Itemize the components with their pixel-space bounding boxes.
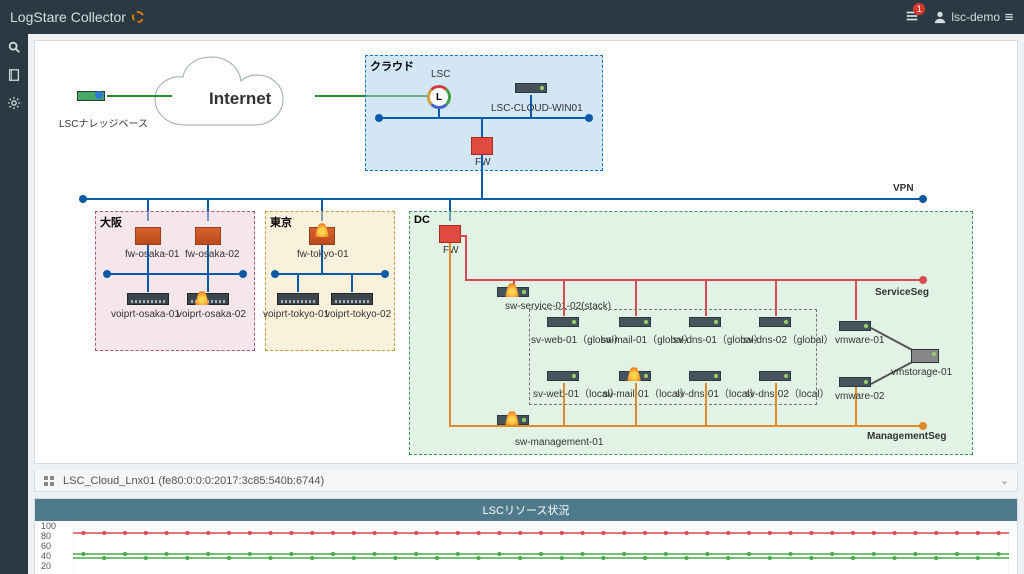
voiprt-osaka-01[interactable]: [127, 293, 169, 305]
lsc-label: LSC: [431, 69, 450, 80]
sw-management-label: sw-management-01: [515, 437, 603, 448]
search-icon[interactable]: [7, 40, 21, 54]
chart-body[interactable]: 100 80 60 40 20: [35, 521, 1017, 574]
service-seg-label: ServiceSeg: [875, 287, 929, 298]
loading-spinner-icon: [132, 11, 144, 23]
zone-dc-title: DC: [414, 214, 430, 226]
voiprt-osaka-02-label: voiprt-osaka-02: [177, 309, 246, 320]
voiprt-tokyo-02[interactable]: [331, 293, 373, 305]
zone-cloud-title: クラウド: [370, 58, 414, 74]
sv-web-01-global[interactable]: [547, 317, 579, 327]
selected-node-label: LSC_Cloud_Lnx01 (fe80:0:0:0:2017:3c85:54…: [63, 475, 324, 487]
app-title: LogStare Collector: [10, 9, 126, 25]
chart-title: LSCリソース状況: [35, 499, 1017, 521]
vpn-label: VPN: [893, 183, 914, 194]
resource-chart-card: LSCリソース状況 100 80 60 40 20: [34, 498, 1018, 574]
voiprt-osaka-01-label: voiprt-osaka-01: [111, 309, 180, 320]
user-icon: [933, 10, 947, 24]
node-detail-bar[interactable]: LSC_Cloud_Lnx01 (fe80:0:0:0:2017:3c85:54…: [34, 470, 1018, 492]
vmware-01[interactable]: [839, 321, 871, 331]
fw-osaka-01-label: fw-osaka-01: [125, 249, 179, 260]
zone-osaka: 大阪: [95, 211, 255, 351]
fw-osaka-02[interactable]: [195, 227, 221, 245]
fw-cloud[interactable]: [471, 137, 493, 155]
cloud-win-label: LSC-CLOUD-WIN01: [491, 103, 583, 114]
voiprt-tokyo-01-label: voiprt-tokyo-01: [263, 309, 329, 320]
internet-label: Internet: [209, 89, 271, 109]
vmware-01-label: vmware-01: [835, 335, 884, 346]
vmstorage-01-label: vmstorage-01: [891, 367, 952, 378]
sv-dns-01-local[interactable]: [689, 371, 721, 381]
network-map-card[interactable]: Internet LSCナレッジベース クラウド L LSC LSC-CLOUD…: [34, 40, 1018, 464]
sv-dns-02-global[interactable]: [759, 317, 791, 327]
sv-mail-01-global[interactable]: [619, 317, 651, 327]
user-menu[interactable]: lsc-demo: [933, 10, 1014, 24]
voiprt-tokyo-02-label: voiprt-tokyo-02: [325, 309, 391, 320]
book-icon[interactable]: [7, 68, 21, 82]
topbar: LogStare Collector 1 lsc-demo: [0, 0, 1024, 34]
chevron-down-icon[interactable]: ⌄: [1000, 474, 1009, 487]
sv-dns-02-l-label: sv-dns-02（local）: [745, 385, 829, 400]
fw-dc[interactable]: [439, 225, 461, 243]
sv-web-01-local[interactable]: [547, 371, 579, 381]
alerts-button[interactable]: 1: [905, 9, 919, 26]
lsc-node[interactable]: L: [427, 85, 451, 109]
left-nav: [0, 34, 28, 574]
menu-bars-icon: [1004, 12, 1014, 22]
sv-dns-01-global[interactable]: [689, 317, 721, 327]
fw-osaka-02-label: fw-osaka-02: [185, 249, 239, 260]
vmware-02[interactable]: [839, 377, 871, 387]
user-label: lsc-demo: [951, 10, 1000, 24]
sv-dns-02-local[interactable]: [759, 371, 791, 381]
zone-tokyo-title: 東京: [270, 214, 292, 230]
fw-osaka-01[interactable]: [135, 227, 161, 245]
sv-dns-02-g-label: sv-dns-02（global）: [743, 331, 834, 346]
voiprt-tokyo-01[interactable]: [277, 293, 319, 305]
grid-icon: [43, 475, 55, 487]
vmware-02-label: vmware-02: [835, 391, 884, 402]
gear-icon[interactable]: [7, 96, 21, 110]
vmstorage-01[interactable]: [911, 349, 939, 363]
zone-osaka-title: 大阪: [100, 214, 122, 230]
brand: LogStare Collector: [10, 9, 144, 25]
alert-count-badge: 1: [913, 3, 925, 15]
main-content: Internet LSCナレッジベース クラウド L LSC LSC-CLOUD…: [28, 34, 1024, 574]
management-seg-label: ManagementSeg: [867, 431, 946, 442]
kb-label: LSCナレッジベース: [59, 115, 148, 130]
